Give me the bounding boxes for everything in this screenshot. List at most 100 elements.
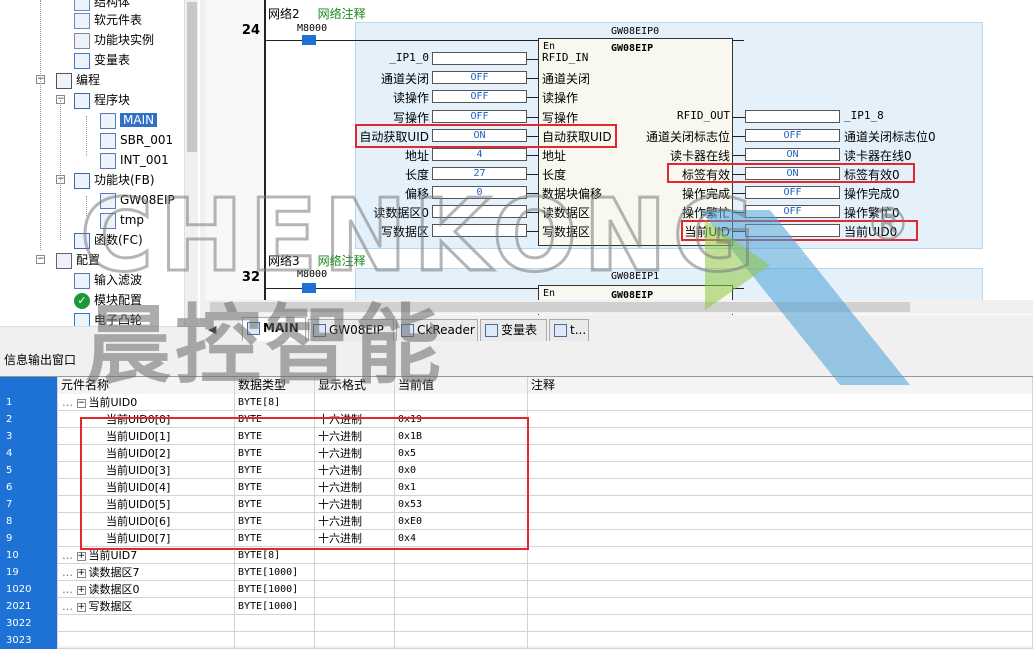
collapse-icon[interactable]: − — [76, 398, 86, 408]
tree-item--[interactable]: 输入滤波 — [74, 270, 142, 290]
tree-item-gw08eip[interactable]: GW08EIP — [100, 190, 175, 210]
fb-input-pin: RFID_IN — [542, 51, 589, 64]
tab-[interactable]: 变量表 — [480, 319, 547, 341]
programming-icon — [56, 72, 72, 89]
contact-m8000[interactable] — [302, 35, 316, 45]
network-3-header[interactable]: 网络3 网络注释 — [268, 252, 366, 269]
cell-comment — [528, 445, 1033, 462]
tree-dots: … — [62, 600, 77, 613]
grid-row[interactable]: 1… − 当前UID0 BYTE[8] — [0, 394, 1033, 411]
tree-item--[interactable]: 程序块 — [74, 90, 130, 110]
cell-name: … + 读数据区7 — [58, 564, 235, 581]
cell-type — [235, 615, 315, 632]
tree-collapse-icon[interactable]: − — [36, 255, 45, 264]
fb-output-value[interactable]: OFF — [745, 186, 840, 199]
cell-name-text: 读数据区7 — [88, 566, 140, 579]
cell-value — [395, 394, 528, 411]
fb-output-var[interactable]: _IP1_8 — [844, 109, 884, 122]
expand-icon[interactable]: + — [76, 585, 86, 595]
grid-row[interactable]: 2021… + 写数据区 BYTE[1000] — [0, 598, 1033, 615]
fb-input-pin: 写数据区 — [542, 225, 591, 239]
tree-item-tmp[interactable]: tmp — [100, 210, 144, 230]
tree-item--[interactable]: ✓ 模块配置 — [74, 290, 142, 310]
fb-input-var[interactable]: 读数据区0 — [373, 204, 429, 221]
grid-header-row: 元件名称 数据类型 显示格式 当前值 注释 — [0, 377, 1033, 394]
tree-item--[interactable]: 配置 — [56, 250, 100, 270]
info-output-grid: 元件名称 数据类型 显示格式 当前值 注释 1… − 当前UID0 BYTE[8] 2… — [0, 376, 1033, 649]
fb-output-var[interactable]: 通道关闭标志位0 — [844, 128, 936, 145]
tree-item--[interactable]: 变量表 — [74, 50, 130, 70]
fb-instance-name-2: GW08EIP1 — [611, 271, 660, 282]
tree-item--[interactable]: 编程 — [56, 70, 100, 90]
grid-row[interactable]: 3022 — [0, 615, 1033, 632]
col-header-type[interactable]: 数据类型 — [235, 377, 315, 394]
grid-row[interactable]: 19… + 读数据区7 BYTE[1000] — [0, 564, 1033, 581]
fb-output-value[interactable]: ON — [745, 148, 840, 161]
fb-input-value[interactable]: OFF — [432, 71, 527, 84]
tree-item-label: INT_001 — [120, 153, 169, 167]
function-icon — [74, 232, 90, 249]
fb-pin-wire — [733, 212, 745, 213]
fb-output-var[interactable]: 操作完成0 — [844, 185, 900, 202]
tree-item--fb-[interactable]: 功能块(FB) — [74, 170, 155, 190]
fb-output-var[interactable]: 操作繁忙0 — [844, 204, 900, 221]
tree-item--[interactable]: 软元件表 — [74, 10, 142, 30]
tree-item-main[interactable]: MAIN — [100, 110, 158, 130]
tree-item--[interactable]: 功能块实例 — [74, 30, 154, 50]
fb-output-value[interactable]: OFF — [745, 129, 840, 142]
fb-input-value[interactable]: OFF — [432, 110, 527, 123]
cell-comment — [528, 581, 1033, 598]
cell-comment — [528, 564, 1033, 581]
program-icon — [100, 152, 116, 169]
fb-input-var[interactable]: 通道关闭 — [381, 70, 429, 87]
fb-input-value[interactable]: 4 — [432, 148, 527, 161]
tab-t[interactable]: t... — [549, 319, 589, 341]
col-header-value[interactable]: 当前值 — [395, 377, 528, 394]
fb-output-value[interactable] — [745, 110, 840, 123]
cell-type: BYTE[8] — [235, 394, 315, 411]
tab-ckreader[interactable]: CkReader — [396, 319, 478, 341]
expand-icon[interactable]: + — [76, 568, 86, 578]
col-header-format[interactable]: 显示格式 — [315, 377, 395, 394]
network-2-header[interactable]: 网络2 网络注释 — [268, 5, 366, 22]
tab-main[interactable]: MAIN — [242, 317, 306, 341]
tab-scroll-left-icon[interactable]: ◀ — [208, 323, 216, 336]
tree-guide-line — [40, 0, 41, 250]
contact-m8000-2[interactable] — [302, 283, 316, 293]
tree-item--fc-[interactable]: 函数(FC) — [74, 230, 143, 250]
fb-input-value[interactable] — [432, 205, 527, 218]
fb-input-var[interactable]: 读操作 — [393, 89, 429, 106]
tree-horizontal-scrollbar[interactable] — [0, 326, 200, 330]
grid-row[interactable]: 1020… + 读数据区0 BYTE[1000] — [0, 581, 1033, 598]
fb-input-var[interactable]: 偏移 — [405, 185, 429, 202]
fb-input-value[interactable] — [432, 224, 527, 237]
fb-input-var[interactable]: _IP1_0 — [389, 51, 429, 64]
expand-icon[interactable]: + — [76, 602, 86, 612]
tree-vertical-scrollbar[interactable] — [184, 0, 198, 330]
cell-name — [58, 615, 235, 632]
fb-input-value[interactable]: 27 — [432, 167, 527, 180]
fb-input-var[interactable]: 地址 — [405, 147, 429, 164]
rung-margin: 24 32 — [206, 0, 264, 315]
fb-input-pin: 读数据区 — [542, 206, 591, 220]
col-header-comment[interactable]: 注释 — [528, 377, 1033, 394]
fb-output-value[interactable]: OFF — [745, 205, 840, 218]
row-number: 1020 — [0, 581, 58, 598]
row-number: 8 — [0, 513, 58, 530]
fb-output-var[interactable]: 读卡器在线0 — [844, 147, 912, 164]
col-header-name[interactable]: 元件名称 — [58, 377, 235, 394]
expand-icon[interactable]: + — [76, 551, 86, 561]
tab-gw08eip[interactable]: GW08EIP — [308, 319, 394, 341]
tree-item-sbr-001[interactable]: SBR_001 — [100, 130, 173, 150]
fb-input-var[interactable]: 长度 — [405, 166, 429, 183]
fb-input-pin: 读操作 — [542, 91, 579, 105]
grid-row[interactable]: 3023 — [0, 632, 1033, 649]
fb-input-value[interactable]: 0 — [432, 186, 527, 199]
fb-pin-wire — [527, 155, 539, 156]
fb-input-value[interactable]: OFF — [432, 90, 527, 103]
fb-input-var[interactable]: 写数据区 — [381, 223, 429, 240]
tree-item-int-001[interactable]: INT_001 — [100, 150, 169, 170]
fb-input-value[interactable] — [432, 52, 527, 65]
editor-horizontal-scrollbar[interactable] — [206, 300, 1033, 314]
row-number: 7 — [0, 496, 58, 513]
